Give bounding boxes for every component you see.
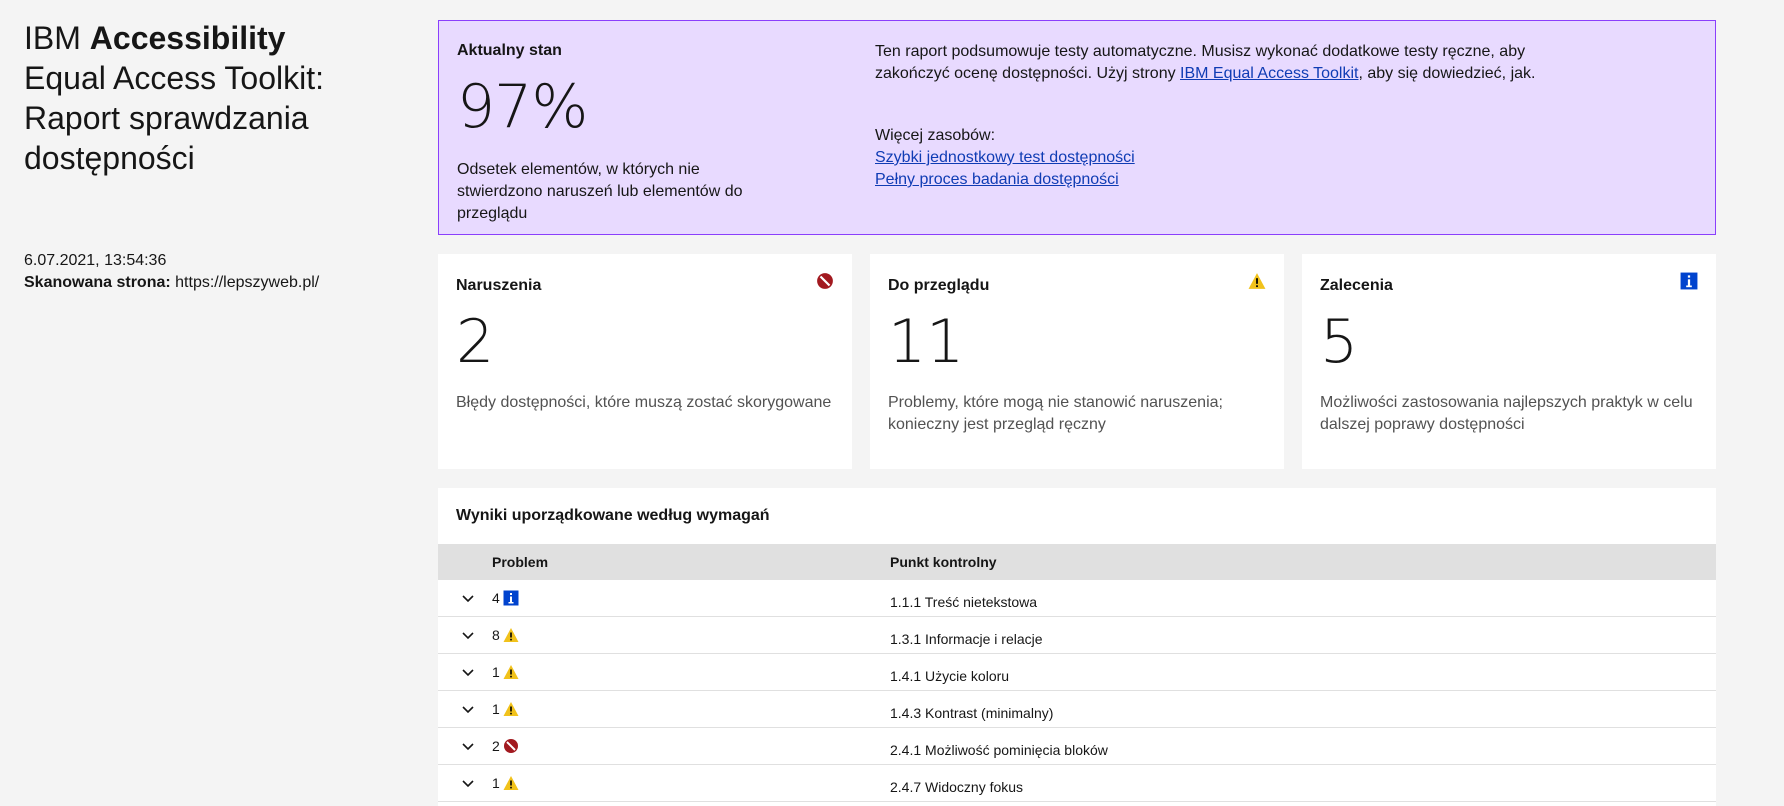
- resources-label: Więcej zasobów:: [875, 127, 996, 144]
- chevron-down-icon[interactable]: [460, 627, 476, 643]
- problem-count: 1: [492, 701, 519, 717]
- page-title-rest: Equal Access Toolkit: Raport sprawdzania…: [24, 60, 325, 176]
- table-row[interactable]: 1 2.4.7 Widoczny fokus: [438, 765, 1716, 802]
- chevron-down-icon[interactable]: [460, 701, 476, 717]
- warning-icon: [503, 702, 519, 716]
- resources-list: Więcej zasobów: Szybki jednostkowy test …: [875, 125, 1555, 191]
- violations-description: Błędy dostępności, które muszą zostać sk…: [456, 394, 832, 411]
- review-label: Do przeglądu: [888, 277, 990, 294]
- current-state-percent: 97%: [457, 72, 588, 142]
- warning-icon: [503, 628, 519, 642]
- scanned-page-label: Skanowana strona:: [24, 274, 171, 291]
- scan-datetime: 6.07.2021, 13:54:36: [24, 252, 167, 269]
- problem-count: 1: [492, 664, 519, 680]
- problem-count: 1: [492, 775, 519, 791]
- checkpoint-label: 1.1.1 Treść nietekstowa: [890, 594, 1038, 610]
- review-description: Problemy, które mogą nie stanowić narusz…: [888, 394, 1223, 433]
- checkpoint-label: 1.3.1 Informacje i relacje: [890, 631, 1043, 647]
- chevron-down-icon[interactable]: [460, 775, 476, 791]
- violations-count: 2: [456, 307, 495, 377]
- warning-icon: [503, 665, 519, 679]
- chevron-down-icon[interactable]: [460, 590, 476, 606]
- violations-card: Naruszenia 2 Błędy dostępności, które mu…: [438, 254, 852, 469]
- report-info-text: Ten raport podsumowuje testy automatyczn…: [875, 43, 1536, 82]
- problem-count-value: 1: [492, 664, 500, 680]
- current-state-label: Aktualny stan: [457, 42, 562, 59]
- recommendations-card: Zalecenia 5 Możliwości zastosowania najl…: [1302, 254, 1716, 469]
- problem-count-value: 1: [492, 775, 500, 791]
- problem-count-value: 1: [492, 701, 500, 717]
- recommendations-description: Możliwości zastosowania najlepszych prak…: [1320, 394, 1693, 433]
- table-row[interactable]: 4 1.1.1 Treść nietekstowa: [438, 580, 1716, 617]
- info-icon: [503, 590, 519, 606]
- problem-count: 2: [492, 738, 519, 754]
- checkpoint-label: 2.4.7 Widoczny fokus: [890, 779, 1024, 795]
- scanned-page-url: https://lepszyweb.pl/: [175, 274, 320, 291]
- table-header: Problem Punkt kontrolny: [438, 544, 1716, 580]
- problem-count-value: 8: [492, 627, 500, 643]
- results-by-requirement: Wyniki uporządkowane według wymagań Prob…: [438, 488, 1716, 806]
- problem-count-value: 4: [492, 590, 500, 606]
- checkpoint-label: 1.4.1 Użycie koloru: [890, 668, 1010, 684]
- toolkit-link[interactable]: IBM Equal Access Toolkit: [1180, 65, 1358, 82]
- table-body: 4 1.1.1 Treść nietekstowa 8 1.3.1 Informacj…: [438, 580, 1716, 802]
- violation-icon: [817, 273, 833, 289]
- info-icon: [1680, 272, 1698, 290]
- review-card: Do przeglądu 11 Problemy, które mogą nie…: [870, 254, 1284, 469]
- problem-count: 4: [492, 590, 519, 606]
- column-header-problem[interactable]: Problem: [492, 554, 548, 570]
- recommendations-label: Zalecenia: [1320, 277, 1393, 294]
- current-state-description: Odsetek elementów, w których nie stwierd…: [457, 161, 743, 222]
- warning-icon: [1248, 273, 1266, 289]
- review-count: 11: [888, 307, 965, 377]
- checkpoint-label: 1.4.3 Kontrast (minimalny): [890, 705, 1054, 721]
- recommendations-count: 5: [1320, 307, 1359, 377]
- chevron-down-icon[interactable]: [460, 664, 476, 680]
- scan-metadata: 6.07.2021, 13:54:36 Skanowana strona: ht…: [24, 250, 319, 294]
- violation-icon: [503, 739, 518, 753]
- report-header: IBM Accessibility Equal Access Toolkit: …: [24, 18, 424, 178]
- quick-test-link[interactable]: Szybki jednostkowy test dostępności: [875, 147, 1555, 169]
- full-process-link[interactable]: Pełny proces badania dostępności: [875, 169, 1555, 191]
- current-state-panel: Aktualny stan 97% Odsetek elementów, w k…: [438, 20, 1716, 235]
- table-row[interactable]: 1 1.4.3 Kontrast (minimalny): [438, 691, 1716, 728]
- chevron-down-icon[interactable]: [460, 738, 476, 754]
- results-title: Wyniki uporządkowane według wymagań: [456, 507, 770, 524]
- table-row[interactable]: 2 2.4.1 Możliwość pominięcia bloków: [438, 728, 1716, 765]
- violations-label: Naruszenia: [456, 277, 542, 294]
- table-row[interactable]: 8 1.3.1 Informacje i relacje: [438, 617, 1716, 654]
- problem-count: 8: [492, 627, 519, 643]
- checkpoint-label: 2.4.1 Możliwość pominięcia bloków: [890, 742, 1108, 758]
- table-row[interactable]: 1 1.4.1 Użycie koloru: [438, 654, 1716, 691]
- page-title: IBM Accessibility Equal Access Toolkit: …: [24, 18, 424, 178]
- warning-icon: [503, 776, 519, 790]
- column-header-checkpoint[interactable]: Punkt kontrolny: [890, 554, 997, 570]
- problem-count-value: 2: [492, 738, 500, 754]
